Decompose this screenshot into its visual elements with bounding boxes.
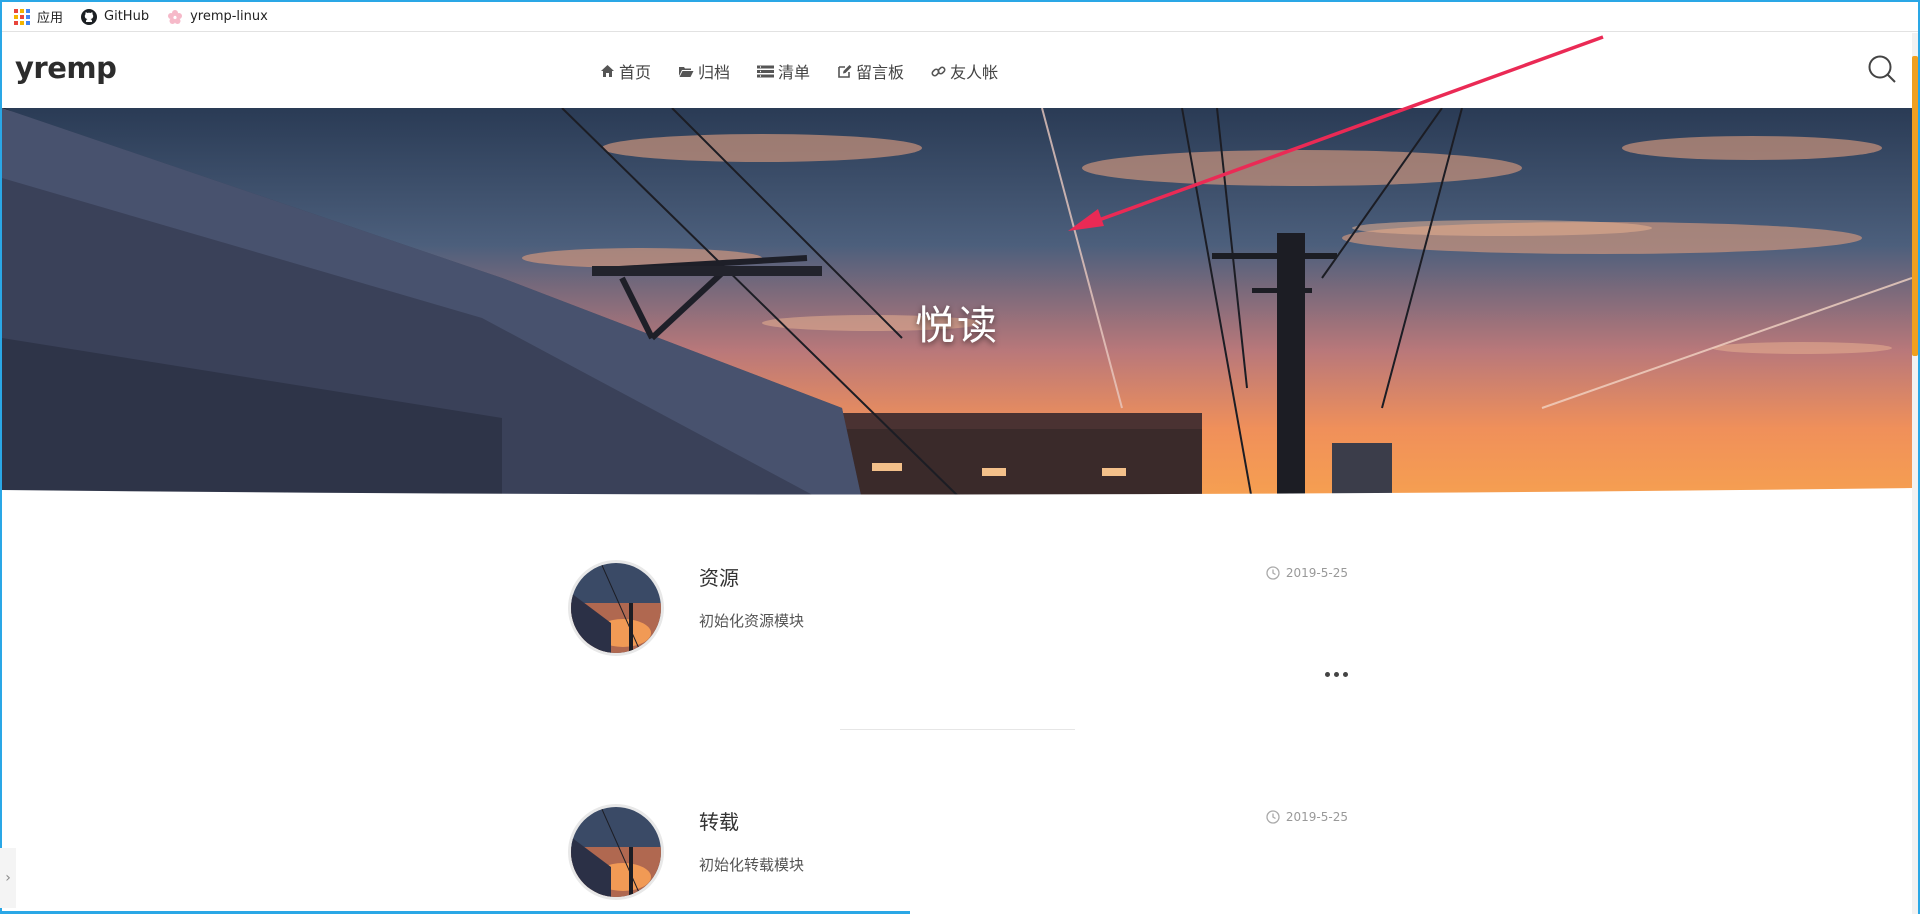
post-thumbnail-image: [571, 563, 661, 653]
folder-open-icon: [679, 66, 694, 77]
nav-item-home[interactable]: 首页: [600, 59, 651, 83]
nav-label: 首页: [619, 63, 652, 82]
search-icon[interactable]: [1866, 53, 1898, 85]
chevron-right-icon: ›: [5, 870, 11, 886]
site-logo[interactable]: yremp: [15, 51, 117, 85]
post-divider: [840, 729, 1075, 730]
clock-icon: [1266, 566, 1280, 580]
bookmark-label: 应用: [37, 11, 64, 26]
hero-banner: 悦读: [2, 108, 1912, 500]
post-date: 2019-5-25: [1266, 810, 1348, 824]
post-date-text: 2019-5-25: [1285, 566, 1348, 580]
bookmark-label: GitHub: [104, 9, 150, 24]
clock-icon: [1266, 810, 1280, 824]
scrollbar-thumb[interactable]: [1912, 56, 1918, 356]
nav-label: 留言板: [856, 63, 905, 82]
post-date: 2019-5-25: [1266, 566, 1348, 580]
edit-icon: [838, 64, 852, 78]
bookmark-apps[interactable]: 应用: [14, 7, 63, 26]
hero-title: 悦读: [915, 303, 999, 349]
nav-item-guestbook[interactable]: 留言板: [837, 59, 904, 83]
more-button[interactable]: [1321, 672, 1348, 677]
nav-item-archive[interactable]: 归档: [678, 59, 730, 83]
bookmark-yremp-linux[interactable]: yremp-linux: [167, 9, 268, 25]
site-header: yremp 首页 归档 清单 留言板 友人帐: [2, 33, 1914, 108]
link-icon: [931, 65, 946, 77]
sidebar-toggle[interactable]: ›: [0, 848, 16, 908]
post-item[interactable]: 资源 初始化资源模块 2019-5-25: [568, 560, 1348, 680]
nav-item-list[interactable]: 清单: [757, 59, 810, 83]
post-title[interactable]: 转载: [699, 806, 739, 835]
nav-label: 归档: [698, 63, 731, 82]
post-excerpt: 初始化转载模块: [699, 856, 805, 874]
bookmark-label: yremp-linux: [190, 9, 268, 24]
post-date-text: 2019-5-25: [1285, 810, 1348, 824]
apps-grid-icon: [14, 8, 30, 25]
post-thumbnail[interactable]: [568, 560, 664, 656]
home-icon: [601, 65, 614, 77]
bookmark-github[interactable]: GitHub: [81, 8, 150, 25]
nav-item-friends[interactable]: 友人帐: [931, 59, 998, 83]
github-icon: [81, 8, 98, 25]
nav-label: 清单: [778, 63, 811, 82]
sakura-icon: [167, 9, 183, 25]
post-thumbnail[interactable]: [568, 804, 664, 900]
nav-label: 友人帐: [950, 63, 999, 82]
post-title[interactable]: 资源: [699, 562, 739, 591]
bookmarks-bar: 应用 GitHub yremp-linux: [2, 2, 1918, 32]
main-nav: 首页 归档 清单 留言板 友人帐: [600, 59, 1025, 83]
post-excerpt: 初始化资源模块: [699, 612, 805, 630]
list-icon: [757, 65, 775, 77]
post-thumbnail-image: [571, 807, 661, 897]
post-item[interactable]: 转载 初始化转载模块 2019-5-25: [568, 804, 1348, 914]
